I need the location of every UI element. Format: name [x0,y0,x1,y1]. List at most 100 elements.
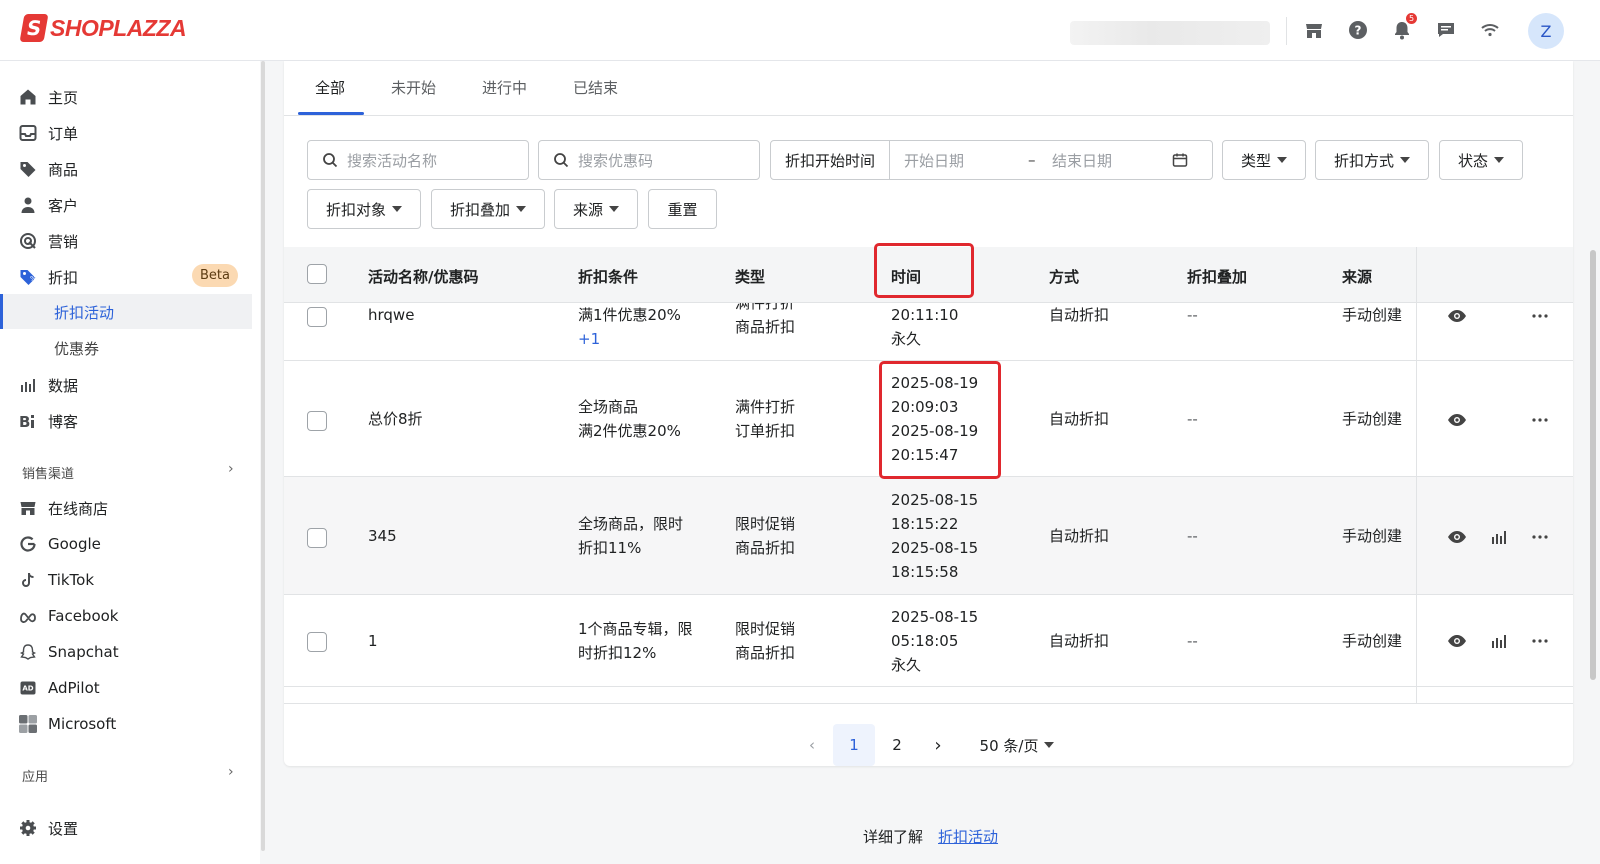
blog-icon: B [18,411,38,431]
more-icon[interactable] [1529,526,1551,548]
bell-icon[interactable]: 5 [1390,12,1418,42]
sidebar-item-customers[interactable]: 客户 [18,189,78,221]
store-icon[interactable] [1302,18,1326,42]
sidebar-item-discounts[interactable]: % 折扣 [18,261,78,293]
discount-condition: 1个商品专辑，限 [578,620,693,638]
chevron-right-icon[interactable]: › [228,461,234,477]
row-checkbox[interactable] [307,632,327,652]
condition-more-link[interactable]: +1 [578,327,600,351]
activity-name[interactable]: hrqwe [368,303,414,327]
store-switcher[interactable] [1070,21,1270,45]
sidebar-item-analytics[interactable]: 数据 [18,369,78,401]
view-eye-icon[interactable] [1446,630,1468,652]
search-icon [323,153,338,168]
learn-more-link[interactable]: 折扣活动 [938,826,998,847]
stacking-dropdown[interactable]: 折扣叠加 [431,189,545,229]
more-icon[interactable] [1529,305,1551,327]
sidebar-item-label: TikTok [48,571,95,589]
person-icon [18,195,38,215]
search-activity-input[interactable]: 搜索活动名称 [307,140,529,180]
shoplazza-logo[interactable]: S SHOPLAZZA [19,14,187,42]
sidebar-item-home[interactable]: 主页 [18,81,78,113]
sidebar-channel-tiktok[interactable]: TikTok [18,564,94,596]
sidebar-item-blog[interactable]: B 博客 [18,405,78,437]
end-date-input[interactable]: 结束日期 [1052,150,1172,171]
help-icon[interactable]: ? [1346,18,1370,42]
tab-in-progress[interactable]: 进行中 [482,77,527,98]
sidebar-item-label: Microsoft [48,715,117,733]
column-header-method: 方式 [1049,268,1080,286]
next-page-chevron-icon[interactable]: › [927,724,949,766]
sidebar-channel-microsoft[interactable]: Microsoft [18,708,116,740]
activity-name[interactable]: 345 [368,524,397,548]
row-checkbox[interactable] [307,307,327,327]
more-icon[interactable] [1529,630,1551,652]
type-dropdown[interactable]: 类型 [1222,140,1306,180]
more-icon[interactable] [1529,409,1551,431]
stacking-value: -- [1187,632,1198,650]
method-dropdown[interactable]: 折扣方式 [1315,140,1429,180]
sidebar-scrollbar[interactable] [261,61,265,851]
sidebar-channel-adpilot[interactable]: AD AdPilot [18,672,100,704]
page-1-button[interactable]: 1 [833,724,875,766]
calendar-icon[interactable] [1172,152,1188,168]
search-coupon-placeholder: 搜索优惠码 [578,151,654,170]
time-value: 2025-08-15 [891,491,979,509]
search-coupon-input[interactable]: 搜索优惠码 [538,140,760,180]
active-tab-indicator [298,112,364,115]
sidebar-item-orders[interactable]: 订单 [18,117,78,149]
wifi-icon[interactable] [1478,18,1502,42]
analytics-bar-icon[interactable] [1488,630,1510,652]
view-eye-icon[interactable] [1446,409,1468,431]
tab-not-started[interactable]: 未开始 [391,77,436,98]
sidebar-channel-online-store[interactable]: 在线商店 [18,492,108,524]
analytics-bar-icon[interactable] [1488,526,1510,548]
sidebar-subitem-label[interactable]: 折扣活动 [54,302,114,323]
row-checkbox[interactable] [307,528,327,548]
start-date-input[interactable]: 开始日期 [904,150,1028,171]
sidebar-channel-snapchat[interactable]: Snapchat [18,636,119,668]
activity-name[interactable]: 1 [368,629,378,653]
source-value: 手动创建 [1342,410,1403,428]
view-eye-icon[interactable] [1446,305,1468,327]
sidebar-channel-facebook[interactable]: Facebook [18,600,118,632]
time-value: 2025-08-15 [891,539,979,557]
source-dropdown[interactable]: 来源 [554,189,638,229]
column-header-type: 类型 [735,268,766,286]
prev-page-chevron-icon[interactable]: ‹ [801,724,823,766]
select-all-checkbox[interactable] [307,264,327,284]
column-header-stacking: 折扣叠加 [1187,268,1248,286]
type-clip: 满件打折 [735,303,835,315]
discount-type: 满件打折 [735,398,796,416]
tab-ended[interactable]: 已结束 [573,77,618,98]
sidebar-item-discount-activities[interactable] [0,294,252,329]
row-checkbox[interactable] [307,411,327,431]
chevron-right-icon[interactable]: › [228,764,234,780]
sidebar-item-label: 在线商店 [48,499,109,518]
reset-button[interactable]: 重置 [648,189,717,229]
tab-all[interactable]: 全部 [315,77,345,98]
sidebar-item-settings[interactable]: 设置 [18,812,78,844]
page-size-dropdown[interactable]: 50 条/页 [970,724,1064,766]
activity-name[interactable]: 总价8折 [368,407,423,431]
sidebar-subitem-coupons[interactable]: 优惠券 [54,338,99,359]
highlight-box-time-cell [879,361,1001,479]
date-range-filter[interactable]: 折扣开始时间 开始日期 – 结束日期 [770,140,1213,180]
sidebar-channel-google[interactable]: Google [18,528,101,560]
google-icon [18,534,38,554]
target-dropdown-label: 折扣对象 [325,200,386,219]
chat-icon[interactable] [1434,18,1458,42]
target-dropdown[interactable]: 折扣对象 [307,189,421,229]
target-icon [18,231,38,251]
svg-text:B: B [19,413,30,430]
divider [1286,17,1287,45]
sidebar-item-marketing[interactable]: 营销 [18,225,78,257]
view-eye-icon[interactable] [1446,526,1468,548]
content-scrollbar[interactable] [1590,250,1596,680]
top-bar: S SHOPLAZZA ? 5 Z [0,0,1600,61]
chart-icon [18,375,38,395]
sidebar-item-products[interactable]: 商品 [18,153,78,185]
page-2-button[interactable]: 2 [885,724,909,766]
avatar[interactable]: Z [1528,13,1564,49]
status-dropdown[interactable]: 状态 [1439,140,1523,180]
